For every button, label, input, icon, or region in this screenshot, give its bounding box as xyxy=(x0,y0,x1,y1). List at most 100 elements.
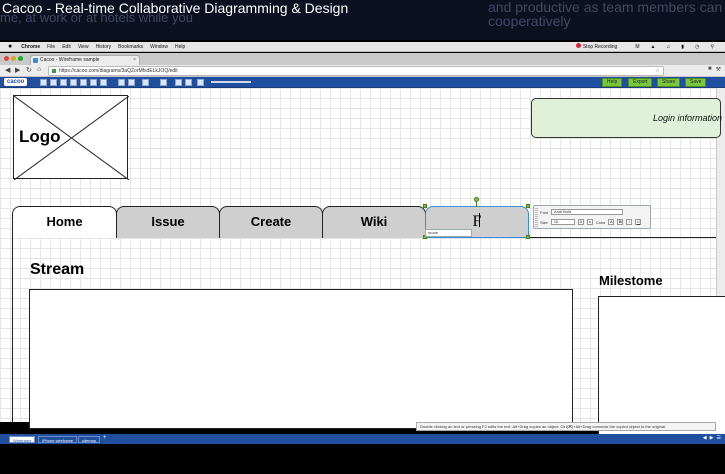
connector-tool-icon[interactable] xyxy=(90,79,97,86)
stream-heading[interactable]: Stream xyxy=(30,261,84,279)
sheet-tab-bar: Wireframe iPhone wireframe sitemap + ◀ ▶… xyxy=(0,434,725,444)
help-button[interactable]: Help xyxy=(602,78,623,87)
tab-close-icon[interactable]: × xyxy=(133,56,136,65)
video-title: Cacoo - Real-time Collaborative Diagramm… xyxy=(2,0,349,16)
bookmark-star-icon[interactable]: ☆ xyxy=(655,67,660,75)
color-label: Color xyxy=(595,219,606,225)
stream-box[interactable] xyxy=(29,289,573,429)
stencil-tool-icon[interactable] xyxy=(142,79,149,86)
cacoo-logo[interactable]: cacoo xyxy=(4,78,28,86)
clock-icon[interactable]: ◷ xyxy=(695,44,699,50)
line-tool-icon[interactable] xyxy=(80,79,87,86)
shape-tool-icon[interactable] xyxy=(70,79,77,86)
menu-edit[interactable]: Edit xyxy=(62,44,71,50)
sheet-prev-icon[interactable]: ◀ xyxy=(703,435,707,441)
font-panel: Font Arial Bold Size 16 A a Color A B I … xyxy=(533,205,651,229)
video-title-bar: me, at work or at hotels while you and p… xyxy=(0,0,725,40)
underline-button[interactable]: U xyxy=(635,219,642,225)
resize-handle-se[interactable] xyxy=(526,235,530,239)
address-bar[interactable]: https://cacoo.com/diagrams/3aQZorMfxdELk… xyxy=(48,66,664,76)
editor-toolbar: cacoo Help Export Share Save xyxy=(0,77,725,88)
increase-font-size-icon[interactable]: A xyxy=(577,219,584,225)
logo-placeholder[interactable]: Logo xyxy=(13,95,129,180)
text-edit-input[interactable]: mode xyxy=(425,229,472,237)
reload-icon[interactable]: ↻ xyxy=(26,66,32,74)
menu-file[interactable]: File xyxy=(47,44,55,50)
zoom-out-icon[interactable] xyxy=(197,79,204,86)
milestone-heading[interactable]: Milestome xyxy=(599,273,663,288)
zoom-window-icon[interactable] xyxy=(18,56,23,61)
sheet-next-icon[interactable]: ▶ xyxy=(710,435,714,441)
apple-icon[interactable]: ● xyxy=(8,43,12,50)
wireframe-tab-create[interactable]: Create xyxy=(219,206,323,238)
screen: me, at work or at hotels while you and p… xyxy=(0,0,725,474)
wireframe-tab-home[interactable]: Home xyxy=(12,206,117,238)
menu-bookmarks[interactable]: Bookmarks xyxy=(118,44,143,50)
decrease-font-size-icon[interactable]: a xyxy=(586,219,593,225)
mail-icon[interactable]: M xyxy=(635,44,639,50)
menu-help[interactable]: Help xyxy=(175,44,185,50)
volume-icon[interactable]: ♫ xyxy=(666,44,670,50)
mac-menubar: ● Chrome File Edit View History Bookmark… xyxy=(0,42,725,52)
sheet-tab-wireframe[interactable]: Wireframe xyxy=(9,436,36,443)
home-icon[interactable]: ⌂ xyxy=(37,66,41,73)
save-button[interactable]: Save xyxy=(685,78,707,87)
back-icon[interactable]: ◀ xyxy=(5,66,10,74)
align-icon[interactable] xyxy=(185,79,192,86)
browser-tab-title: Cacoo - Wireframe sample xyxy=(40,57,100,63)
zoom-slider[interactable] xyxy=(211,81,251,83)
text-tool-icon[interactable] xyxy=(118,79,125,86)
share-button[interactable]: Share xyxy=(657,78,681,87)
menu-view[interactable]: View xyxy=(78,44,89,50)
window-controls xyxy=(4,56,23,61)
wireframe-tab-wiki[interactable]: Wiki xyxy=(322,206,426,238)
wireframe-tab-issue[interactable]: Issue xyxy=(116,206,220,238)
wifi-icon[interactable]: ▲ xyxy=(650,44,655,50)
sheet-tab-iphone-wireframe[interactable]: iPhone wireframe xyxy=(38,436,78,443)
image-tool-icon[interactable] xyxy=(128,79,135,86)
undo-icon[interactable] xyxy=(50,79,57,86)
spotlight-icon[interactable]: ⚲ xyxy=(710,44,714,50)
select-tool-icon[interactable] xyxy=(40,79,47,86)
font-size-select[interactable]: 16 xyxy=(550,219,575,225)
resize-handle-ne[interactable] xyxy=(526,204,530,208)
sheet-tab-sitemap[interactable]: sitemap xyxy=(78,436,101,443)
font-color-icon[interactable]: A xyxy=(608,219,615,225)
text-cursor xyxy=(479,213,480,227)
login-information-box[interactable]: Login information xyxy=(531,98,723,138)
video-bg-text-right-line2: cooperatively xyxy=(488,13,571,29)
menu-history[interactable]: History xyxy=(96,44,112,50)
bold-button[interactable]: B xyxy=(617,219,624,225)
forward-icon[interactable]: ▶ xyxy=(15,66,20,74)
resize-handle-nw[interactable] xyxy=(423,204,427,208)
group-icon[interactable] xyxy=(175,79,182,86)
redo-icon[interactable] xyxy=(60,79,67,86)
stop-recording-button[interactable]: Stop Recording xyxy=(575,43,624,50)
login-information-label: Login information xyxy=(653,113,723,123)
browser-toolbar: ◀ ▶ ↻ ⌂ https://cacoo.com/diagrams/3aQZo… xyxy=(0,65,725,77)
battery-icon[interactable]: ▮ xyxy=(681,44,684,50)
record-icon xyxy=(575,43,581,48)
browser-tab[interactable]: Cacoo - Wireframe sample × xyxy=(30,55,140,65)
size-label: Size xyxy=(540,219,548,225)
export-button[interactable]: Export xyxy=(628,78,653,87)
add-sheet-button[interactable]: + xyxy=(103,435,107,441)
minimize-window-icon[interactable] xyxy=(11,56,16,61)
menu-window[interactable]: Window xyxy=(150,44,168,50)
menu-chrome[interactable]: Chrome xyxy=(21,44,40,50)
wrench-icon[interactable]: ⚒ xyxy=(716,66,721,73)
sheet-menu-icon[interactable]: ☰ xyxy=(717,435,721,441)
menubar-status-icons: Stop Recording M ▲ ♫ ▮ ◷ ⚲ xyxy=(575,43,721,50)
rotation-stem xyxy=(476,202,477,207)
arrange-icon[interactable] xyxy=(160,79,167,86)
rotation-handle[interactable] xyxy=(474,197,479,202)
font-family-select[interactable]: Arial Bold xyxy=(551,209,624,215)
italic-button[interactable]: I xyxy=(626,219,633,225)
pen-tool-icon[interactable] xyxy=(100,79,107,86)
font-panel-grip[interactable] xyxy=(535,208,538,228)
close-window-icon[interactable] xyxy=(4,56,9,61)
milestone-box[interactable] xyxy=(598,296,725,436)
video-bg-text-right-line1: and productive as team members can xyxy=(488,0,723,15)
extension-icon[interactable]: ■ xyxy=(708,66,712,73)
logo-label: Logo xyxy=(19,127,61,146)
